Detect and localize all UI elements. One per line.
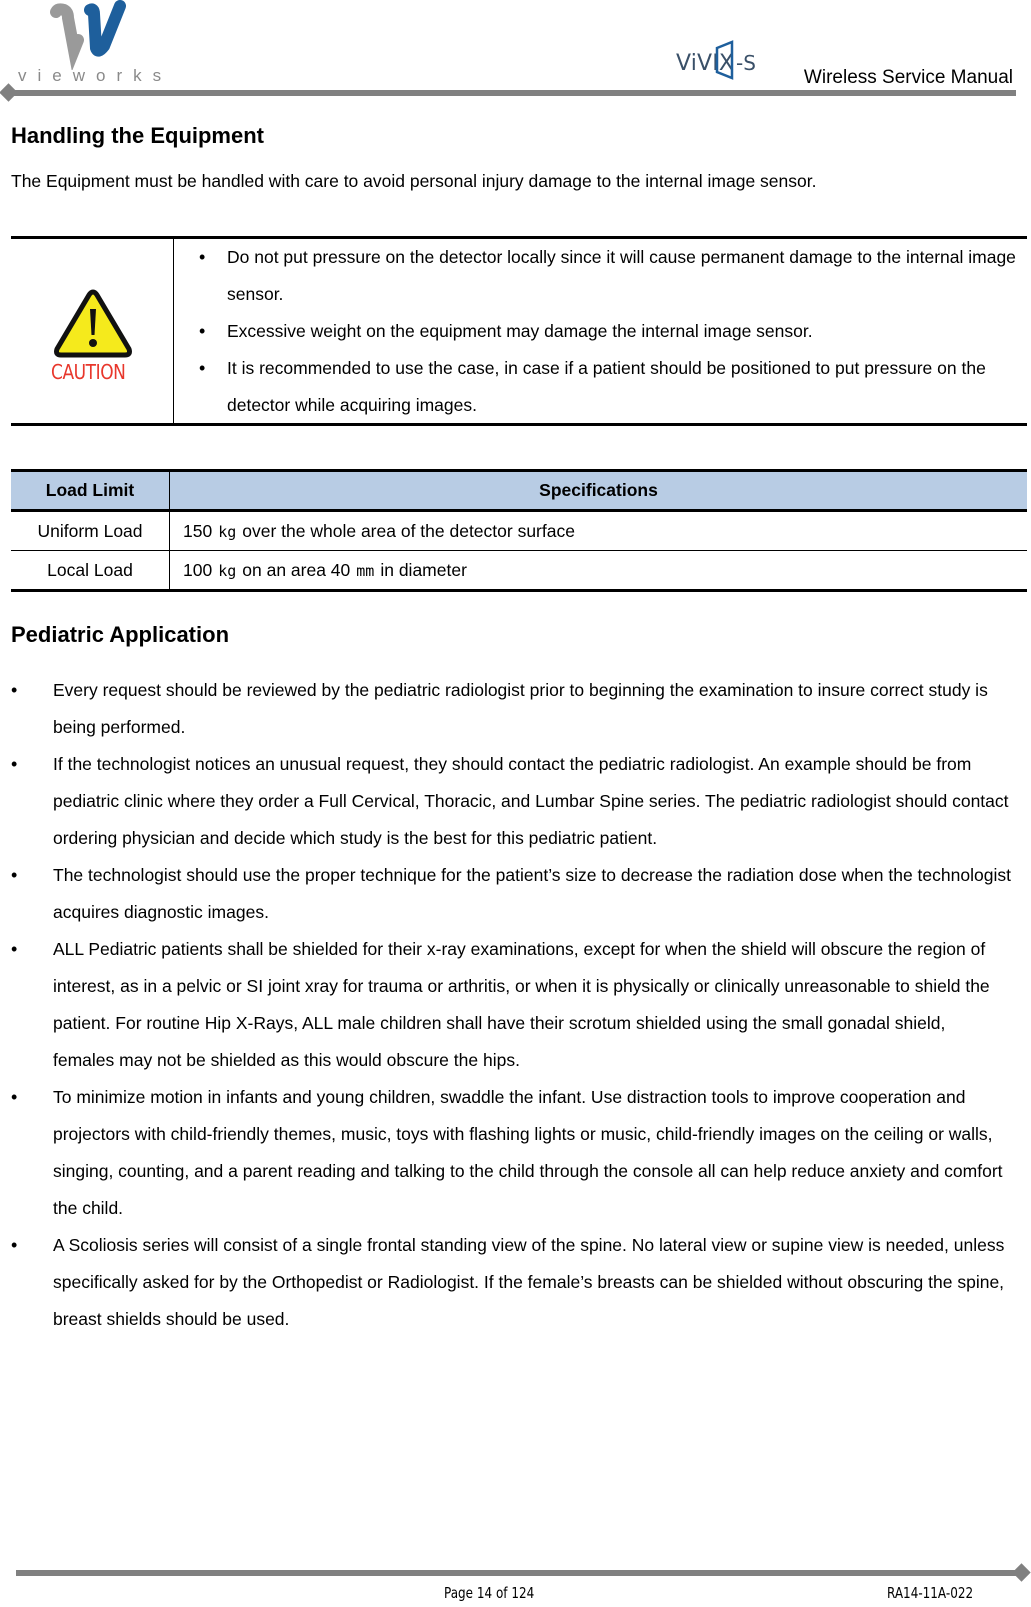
caution-item-text: It is recommended to use the case, in ca… bbox=[227, 358, 986, 415]
page-header: vieworks ViVIX -S Wireless Service Manua… bbox=[0, 0, 1031, 110]
bullet-icon: • bbox=[11, 865, 18, 885]
table-row: Uniform Load 150 kg over the whole area of… bbox=[11, 510, 1027, 551]
bullet-icon: • bbox=[199, 358, 206, 378]
pediatric-list: • Every request should be reviewed by th… bbox=[0, 672, 1031, 1338]
row-spec: 150 kg over the whole area of the detector… bbox=[169, 510, 1027, 551]
page-number: Page 14 of 124 bbox=[444, 1584, 535, 1602]
handling-intro: The Equipment must be handled with care … bbox=[11, 171, 817, 191]
pediatric-item: • If the technologist notices an unusual… bbox=[0, 746, 1031, 857]
caution-icon-cell: CAUTION bbox=[11, 239, 174, 423]
caution-item-text: Excessive weight on the equipment may da… bbox=[227, 321, 813, 341]
section-title-pediatric: Pediatric Application bbox=[11, 622, 230, 647]
spec-value: 100 bbox=[183, 559, 213, 580]
bullet-icon: • bbox=[199, 321, 206, 341]
spec-unit: mm bbox=[356, 561, 375, 580]
bullet-icon: • bbox=[11, 1235, 18, 1255]
spec-value: 150 bbox=[183, 520, 213, 541]
pediatric-item: • Every request should be reviewed by th… bbox=[0, 672, 1031, 746]
section-title-handling: Handling the Equipment bbox=[11, 123, 264, 148]
caution-item-text: Do not put pressure on the detector loca… bbox=[227, 247, 1016, 304]
bullet-icon: • bbox=[199, 247, 206, 267]
footer-divider bbox=[16, 1570, 1020, 1576]
spec-text: over the whole area of the detector surf… bbox=[242, 520, 575, 541]
pediatric-item-text: The technologist should use the proper t… bbox=[53, 865, 1011, 922]
pediatric-item: • To minimize motion in infants and youn… bbox=[0, 1079, 1031, 1227]
pediatric-item: • The technologist should use the proper… bbox=[0, 857, 1031, 931]
spec-text: in diameter bbox=[380, 559, 467, 580]
column-header-specifications: Specifications bbox=[169, 469, 1027, 512]
bullet-icon: • bbox=[11, 939, 18, 959]
bullet-icon: • bbox=[11, 754, 18, 774]
row-label: Local Load bbox=[11, 550, 170, 592]
vivix-logo-icon: ViVIX -S bbox=[676, 40, 756, 80]
spec-unit: kg bbox=[218, 561, 237, 580]
spec-unit: kg bbox=[218, 522, 237, 541]
caution-list: • Do not put pressure on the detector lo… bbox=[174, 239, 1027, 424]
spec-text: on an area 40 bbox=[242, 559, 351, 580]
caution-label: CAUTION bbox=[51, 360, 126, 384]
pediatric-item-text: If the technologist notices an unusual r… bbox=[53, 754, 1009, 848]
company-logo: vieworks bbox=[8, 0, 161, 88]
table-header-row: Load Limit Specifications bbox=[11, 469, 1027, 512]
pediatric-item: • A Scoliosis series will consist of a s… bbox=[0, 1227, 1031, 1338]
bullet-icon: • bbox=[11, 680, 18, 700]
pediatric-item-text: ALL Pediatric patients shall be shielded… bbox=[53, 939, 990, 1070]
pediatric-item-text: A Scoliosis series will consist of a sin… bbox=[53, 1235, 1005, 1329]
header-divider bbox=[12, 90, 1016, 96]
row-spec: 100 kg on an area 40 mm in diameter bbox=[169, 550, 1027, 592]
svg-text:ViVIX: ViVIX bbox=[676, 51, 734, 76]
svg-text:-S: -S bbox=[736, 51, 756, 75]
footer-diamond-icon bbox=[1012, 1563, 1031, 1582]
pediatric-item-text: To minimize motion in infants and young … bbox=[53, 1087, 1003, 1218]
row-label: Uniform Load bbox=[11, 510, 170, 551]
caution-box: CAUTION • Do not put pressure on the det… bbox=[11, 236, 1027, 426]
caution-item: • It is recommended to use the case, in … bbox=[174, 350, 1027, 424]
caution-item: • Excessive weight on the equipment may … bbox=[174, 313, 1027, 350]
company-logo-text: vieworks bbox=[18, 66, 173, 85]
pediatric-item-text: Every request should be reviewed by the … bbox=[53, 680, 988, 737]
column-header-load-limit: Load Limit bbox=[11, 469, 170, 512]
table-row: Local Load 100 kg on an area 40 mm in diamet… bbox=[11, 550, 1027, 592]
caution-item: • Do not put pressure on the detector lo… bbox=[174, 239, 1027, 313]
product-logo: ViVIX -S bbox=[676, 40, 776, 84]
load-limit-table: Load Limit Specifications Uniform Load 1… bbox=[11, 469, 1027, 592]
bullet-icon: • bbox=[11, 1087, 18, 1107]
vieworks-w-icon bbox=[50, 0, 126, 70]
manual-title: Wireless Service Manual bbox=[803, 67, 1013, 88]
document-code: RA14-11A-022 bbox=[887, 1584, 974, 1602]
pediatric-item: • ALL Pediatric patients shall be shield… bbox=[0, 931, 1031, 1079]
